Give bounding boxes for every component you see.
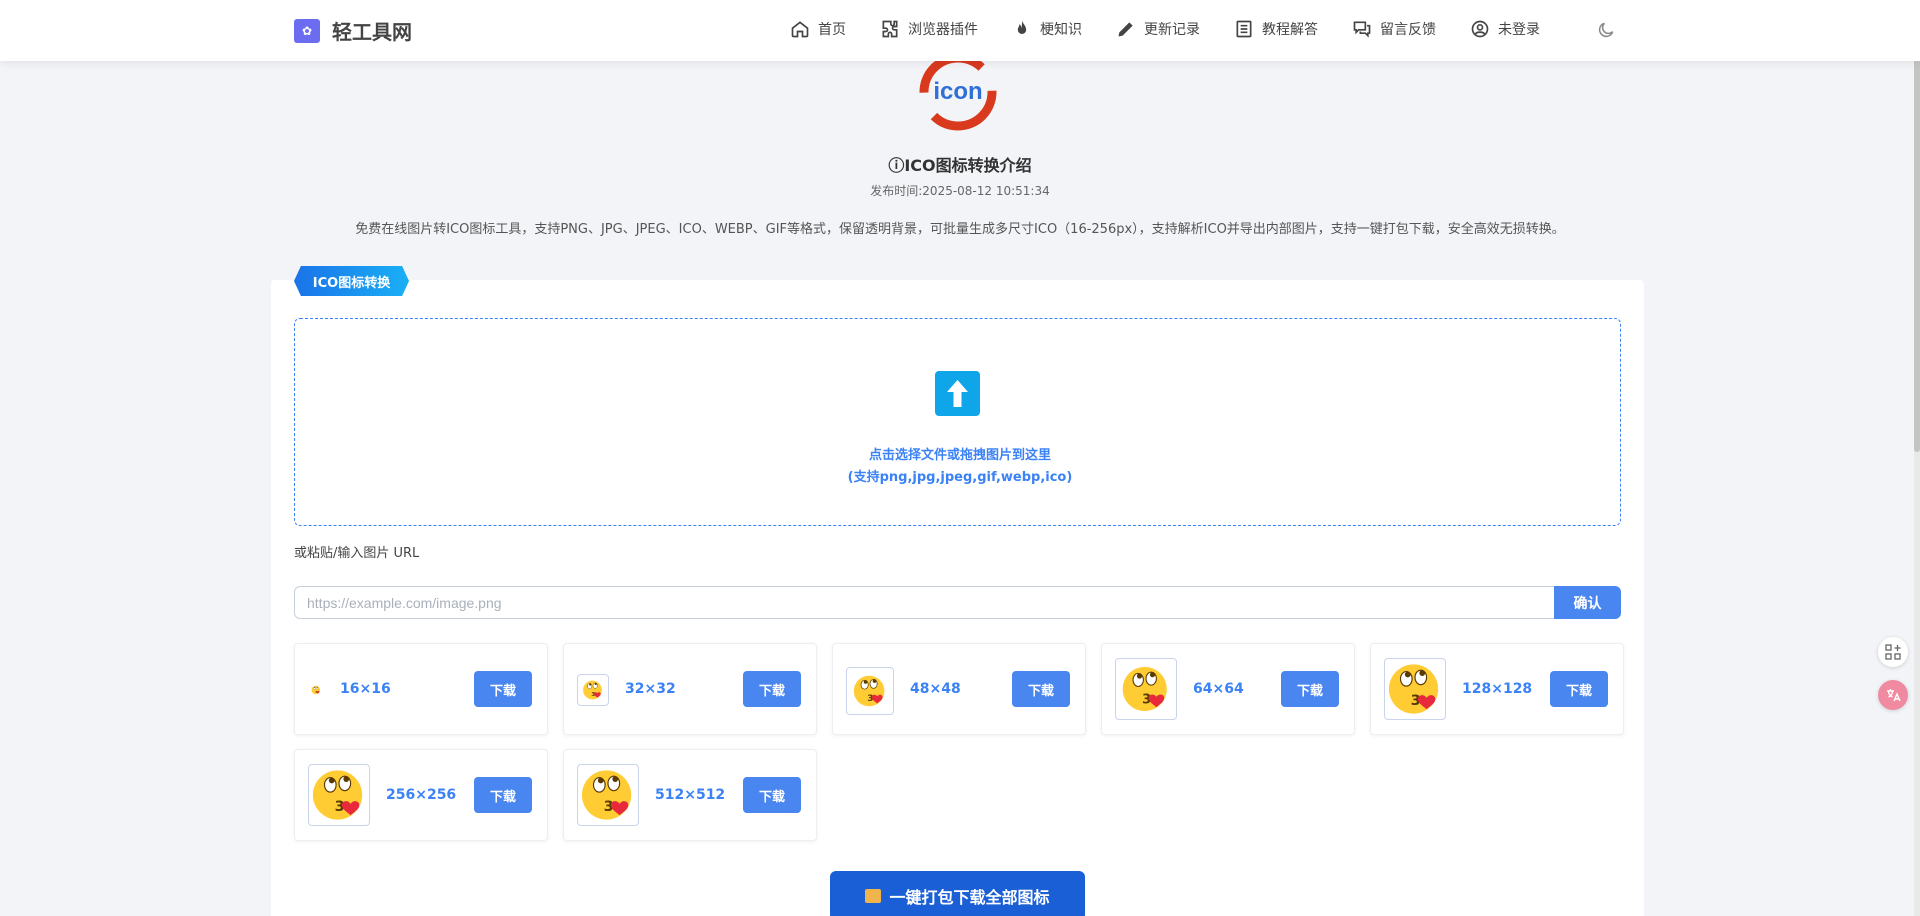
- icon-size-label: 48×48: [910, 681, 961, 697]
- tool-logo: icon: [918, 61, 998, 131]
- download-all-button[interactable]: 一键打包下载全部图标: [830, 871, 1085, 916]
- dropzone-formats: (支持png,jpg,jpeg,gif,webp,ico): [847, 470, 1073, 485]
- icon-size-card: 3 16×16 下载: [294, 643, 548, 735]
- icon-logo-icon: icon: [919, 61, 997, 131]
- icon-size-card: 3 512×512 下载: [563, 749, 817, 841]
- converter-badge: ICO图标转换: [294, 266, 409, 296]
- icon-size-label: 128×128: [1462, 681, 1533, 697]
- puzzle-icon: [882, 20, 898, 38]
- image-url-input[interactable]: [294, 586, 1555, 619]
- icon-preview-thumbnail: 3: [846, 667, 894, 715]
- chat-icon: [1353, 21, 1371, 38]
- info-icon: ⓘ: [888, 156, 905, 175]
- home-icon: [791, 21, 809, 38]
- apps-grid-icon[interactable]: [1878, 637, 1908, 667]
- download-icon-button[interactable]: 下载: [474, 777, 532, 813]
- icon-preview-thumbnail: 3: [308, 682, 324, 698]
- url-label: 或粘贴/输入图片 URL: [294, 546, 420, 561]
- nav-feedback-label: 留言反馈: [1380, 22, 1436, 38]
- nav-login-label: 未登录: [1498, 22, 1540, 38]
- brand[interactable]: 轻工具网: [294, 16, 412, 45]
- scrollbar-thumb[interactable]: [1914, 44, 1920, 452]
- icon-size-label: 512×512: [655, 787, 726, 803]
- icon-size-card: 3 128×128 下载: [1370, 643, 1624, 735]
- download-icon-button[interactable]: 下载: [474, 671, 532, 707]
- upload-icon[interactable]: [935, 371, 980, 416]
- nav-home-label: 首页: [818, 22, 846, 38]
- icon-preview-thumbnail: 3: [1115, 658, 1177, 720]
- icon-size-label: 64×64: [1193, 681, 1244, 697]
- download-icon-button[interactable]: 下载: [1281, 671, 1339, 707]
- intro-title: ⓘICO图标转换介绍: [0, 152, 1920, 176]
- icon-size-card: 3 256×256 下载: [294, 749, 548, 841]
- dropzone-instruction: 点击选择文件或拖拽图片到这里: [868, 448, 1051, 463]
- nav-changelog[interactable]: 更新记录: [1116, 19, 1200, 39]
- translate-icon[interactable]: [1878, 680, 1908, 710]
- confirm-url-button[interactable]: 确认: [1554, 586, 1621, 619]
- nav-feedback[interactable]: 留言反馈: [1352, 19, 1436, 39]
- icon-size-card: 3 64×64 下载: [1101, 643, 1355, 735]
- download-all-label: 一键打包下载全部图标: [889, 888, 1050, 907]
- brand-name: 轻工具网: [332, 20, 412, 44]
- page-scrollbar[interactable]: [1914, 0, 1920, 916]
- download-icon-button[interactable]: 下载: [1550, 671, 1608, 707]
- icon-size-card: 3 48×48 下载: [832, 643, 1086, 735]
- icon-preview-thumbnail: 3: [577, 674, 609, 706]
- download-icon-button[interactable]: 下载: [743, 777, 801, 813]
- nav-meme-knowledge-label: 梗知识: [1040, 22, 1082, 38]
- icon-preview-thumbnail: 3: [308, 764, 370, 826]
- fire-icon: [1017, 20, 1027, 34]
- icon-size-card: 3 32×32 下载: [563, 643, 817, 735]
- nav-home[interactable]: 首页: [790, 19, 846, 39]
- nav-meme-knowledge[interactable]: 梗知识: [1012, 19, 1082, 39]
- icon-preview-thumbnail: 3: [577, 764, 639, 826]
- list-icon: [1236, 20, 1252, 38]
- download-icon-button[interactable]: 下载: [743, 671, 801, 707]
- nav-browser-plugins-label: 浏览器插件: [908, 22, 978, 38]
- icon-size-label: 16×16: [340, 681, 391, 697]
- moon-icon[interactable]: [1596, 20, 1616, 40]
- nav-tutorials[interactable]: 教程解答: [1234, 19, 1318, 39]
- download-icon-button[interactable]: 下载: [1012, 671, 1070, 707]
- package-icon: [865, 889, 882, 903]
- main-nav: 首页 浏览器插件 梗知识 更新记录 教程解答 留言反馈 未登录: [790, 19, 1574, 39]
- nav-login[interactable]: 未登录: [1470, 19, 1540, 39]
- intro-title-text: ICO图标转换介绍: [904, 156, 1032, 175]
- publish-time: 发布时间:2025-08-12 10:51:34: [870, 184, 1050, 198]
- intro-description: 免费在线图片转ICO图标工具，支持PNG、JPG、JPEG、ICO、WEBP、G…: [355, 222, 1565, 237]
- logo-text: icon: [933, 78, 982, 105]
- user-icon: [1471, 20, 1489, 38]
- top-header: 轻工具网 首页 浏览器插件 梗知识 更新记录 教程解答 留言反馈 未登录: [0, 0, 1920, 61]
- icon-size-label: 32×32: [625, 681, 676, 697]
- icon-preview-thumbnail: 3: [1384, 658, 1446, 720]
- nav-browser-plugins[interactable]: 浏览器插件: [880, 19, 978, 39]
- nav-changelog-label: 更新记录: [1144, 22, 1200, 38]
- nav-tutorials-label: 教程解答: [1262, 22, 1318, 38]
- file-dropzone[interactable]: [294, 318, 1621, 526]
- brand-logo-icon: [294, 18, 320, 43]
- icon-size-label: 256×256: [386, 787, 457, 803]
- pencil-icon: [1118, 22, 1133, 37]
